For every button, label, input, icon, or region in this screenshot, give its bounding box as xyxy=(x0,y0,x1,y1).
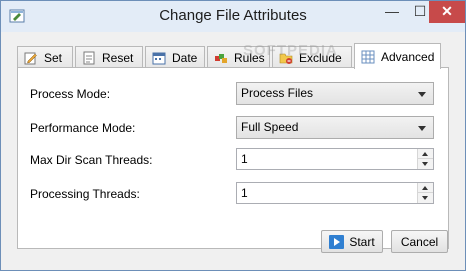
tab-reset[interactable]: Reset xyxy=(75,46,143,68)
process-mode-select[interactable]: Process Files xyxy=(236,82,434,105)
cancel-button[interactable]: Cancel xyxy=(391,230,448,253)
advanced-grid-icon xyxy=(361,50,375,63)
tab-label: Advanced xyxy=(381,49,435,64)
processing-threads-stepper[interactable]: 1 xyxy=(236,182,434,204)
tab-label: Reset xyxy=(102,50,134,65)
max-dir-scan-threads-label: Max Dir Scan Threads: xyxy=(30,153,153,167)
watermark: SOFTPEDIA xyxy=(243,42,338,59)
performance-mode-label: Performance Mode: xyxy=(30,121,136,135)
tab-advanced[interactable]: Advanced xyxy=(354,43,441,69)
tab-label: Set xyxy=(44,50,63,65)
advanced-panel: Process Mode: Process Files Performance … xyxy=(17,67,449,249)
play-icon xyxy=(329,234,345,249)
document-icon xyxy=(83,51,95,64)
cancel-label: Cancel xyxy=(400,234,439,249)
spin-buttons xyxy=(417,183,433,203)
processing-threads-label: Processing Threads: xyxy=(30,187,140,201)
process-mode-value: Process Files xyxy=(241,86,314,100)
tab-date[interactable]: Date xyxy=(145,46,205,68)
spin-up-icon[interactable] xyxy=(418,149,433,159)
performance-mode-select[interactable]: Full Speed xyxy=(236,116,434,139)
spin-buttons xyxy=(417,149,433,169)
tab-label: Date xyxy=(172,50,198,65)
max-dir-scan-threads-stepper[interactable]: 1 xyxy=(236,148,434,170)
rules-icon xyxy=(215,53,227,63)
calendar-icon xyxy=(152,52,166,64)
client-area: Set Reset Date Rules Exclude Advanced SO… xyxy=(8,32,458,264)
close-button[interactable]: ✕ xyxy=(429,1,465,23)
performance-mode-value: Full Speed xyxy=(241,120,299,134)
processing-threads-value: 1 xyxy=(241,186,248,200)
minimize-button[interactable]: — xyxy=(378,1,406,23)
start-label: Start xyxy=(349,234,375,249)
spin-up-icon[interactable] xyxy=(418,183,433,193)
chevron-down-icon xyxy=(418,92,426,97)
max-dir-scan-threads-value: 1 xyxy=(241,152,248,166)
process-mode-label: Process Mode: xyxy=(30,87,111,101)
spin-down-icon[interactable] xyxy=(418,193,433,203)
chevron-down-icon xyxy=(418,126,426,131)
start-button[interactable]: Start xyxy=(321,230,383,253)
pencil-icon xyxy=(24,52,37,64)
title-bar[interactable]: Change File Attributes — ☐ ✕ xyxy=(1,1,465,32)
spin-down-icon[interactable] xyxy=(418,159,433,169)
dialog-window: Change File Attributes — ☐ ✕ Set Reset D… xyxy=(0,0,466,271)
tab-set[interactable]: Set xyxy=(17,46,73,68)
